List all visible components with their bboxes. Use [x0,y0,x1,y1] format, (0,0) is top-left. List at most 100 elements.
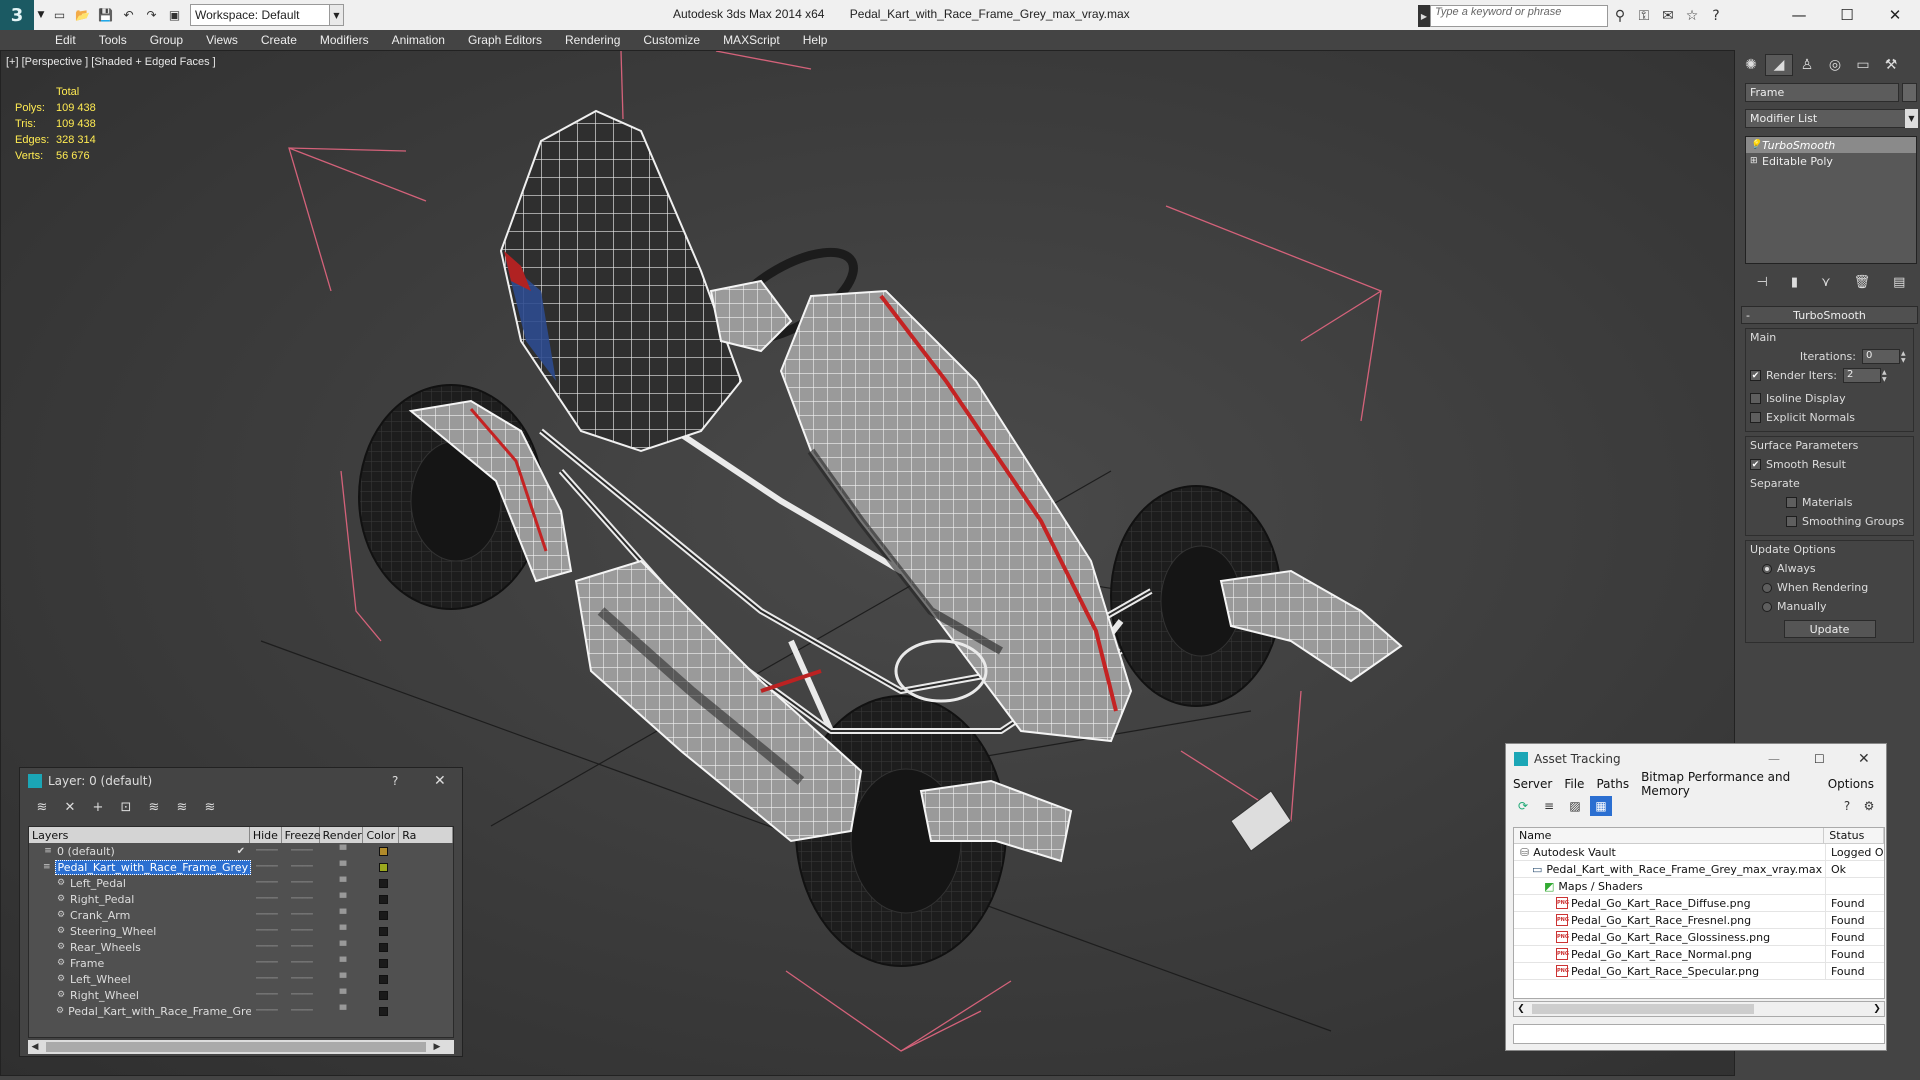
subscription-icon[interactable]: ⚿ [1632,5,1656,27]
color-cell[interactable] [365,1006,401,1016]
always-radio[interactable] [1762,563,1772,574]
create-layer-icon[interactable]: ≋ [30,796,54,818]
layer-color-swatch[interactable] [378,990,388,1000]
make-unique-icon[interactable]: ⋎ [1821,275,1831,290]
help-icon[interactable]: ? [1704,5,1728,27]
layer-row[interactable]: ⚙ Right_Pedal ──── ──── ▝▘ [29,891,453,907]
hide-toggle[interactable]: ──── [251,878,283,888]
freeze-toggle[interactable]: ──── [283,894,321,904]
layer-color-swatch[interactable] [378,926,388,936]
asset-name-cell[interactable]: PNG Pedal_Go_Kart_Race_Fresnel.png [1514,911,1826,929]
menu-views[interactable]: Views [206,33,238,47]
layer-row[interactable]: ≡ 0 (default) ✔ ──── ──── ▝▘ [29,843,453,859]
when-rendering-radio[interactable] [1762,582,1772,593]
spinner-arrows-icon[interactable]: ▲ ▼ [1901,350,1909,364]
configure-sets-icon[interactable]: ▤ [1893,275,1905,290]
render-toggle[interactable]: ▝▘ [321,974,365,984]
smoothing-groups-checkbox[interactable] [1786,516,1797,527]
render-toggle[interactable]: ▝▘ [321,862,365,872]
hide-toggle[interactable]: ──── [251,846,283,856]
stack-item-editable-poly[interactable]: ⊞ Editable Poly [1746,153,1916,169]
asset-row[interactable]: PNG Pedal_Go_Kart_Race_Fresnel.png Found [1514,911,1884,929]
menu-modifiers[interactable]: Modifiers [320,33,369,47]
freeze-toggle[interactable]: ──── [283,862,321,872]
menu-edit[interactable]: Edit [55,33,76,47]
workspace-select[interactable]: Workspace: Default [190,4,330,26]
utilities-tab-icon[interactable]: ⚒ [1877,54,1905,76]
hierarchy-tab-icon[interactable]: ♙ [1793,54,1821,76]
color-cell[interactable] [365,910,401,920]
scroll-thumb[interactable] [46,1042,426,1052]
maximize-icon[interactable]: ☐ [1814,752,1825,766]
layer-row[interactable]: ⚙ Rear_Wheels ──── ──── ▝▘ [29,939,453,955]
layer-row[interactable]: ⚙ Steering_Wheel ──── ──── ▝▘ [29,923,453,939]
asset-row[interactable]: ⛁ Autodesk Vault Logged O [1514,843,1884,861]
render-toggle[interactable]: ▝▘ [321,846,365,856]
asset-row[interactable]: ▭ Pedal_Kart_with_Race_Frame_Grey_max_vra… [1514,860,1884,878]
menu-file[interactable]: File [1564,777,1584,791]
menu-group[interactable]: Group [150,33,183,47]
menu-customize[interactable]: Customize [643,33,700,47]
object-name-field[interactable]: Frame [1745,83,1899,102]
scroll-left-icon[interactable]: ◀ [28,1042,42,1052]
favorites-star-icon[interactable]: ☆ [1680,5,1704,27]
asset-name-cell[interactable]: PNG Pedal_Go_Kart_Race_Diffuse.png [1514,894,1826,912]
maximize-icon[interactable]: ☐ [1824,0,1870,30]
menu-bitmap-performance[interactable]: Bitmap Performance and Memory [1641,770,1816,798]
hide-all-layers-icon[interactable]: ≋ [170,796,194,818]
freeze-toggle[interactable]: ──── [283,958,321,968]
layer-name-cell[interactable]: ⚙ Pedal_Kart_with_Race_Frame_Grey [29,1005,251,1018]
search-expand-icon[interactable]: ▶ [1418,5,1430,27]
render-toggle[interactable]: ▝▘ [321,894,365,904]
hide-toggle[interactable]: ──── [251,974,283,984]
freeze-toggle[interactable]: ──── [283,1006,321,1016]
app-menu-dropdown-icon[interactable]: ▼ [34,0,48,30]
redo-icon[interactable]: ↷ [141,4,162,26]
manually-radio[interactable] [1762,601,1772,612]
scroll-thumb[interactable] [1532,1004,1754,1014]
freeze-toggle[interactable]: ──── [283,846,321,856]
menu-paths[interactable]: Paths [1596,777,1629,791]
layer-row[interactable]: ⚙ Left_Wheel ──── ──── ▝▘ [29,971,453,987]
expand-icon[interactable]: ⊞ [1750,156,1762,166]
help-button[interactable]: ? [392,774,398,788]
table-view-icon[interactable]: ▦ [1590,796,1612,816]
save-file-icon[interactable]: 💾 [95,4,116,26]
menu-server[interactable]: Server [1513,777,1552,791]
spinner-arrows-icon[interactable]: ▲ ▼ [1882,369,1890,383]
menu-maxscript[interactable]: MAXScript [723,33,780,47]
scroll-right-icon[interactable]: ▶ [430,1042,444,1052]
asset-name-cell[interactable]: PNG Pedal_Go_Kart_Race_Normal.png [1514,945,1826,963]
column-hide[interactable]: Hide [250,827,282,843]
minimize-icon[interactable]: — [1776,0,1822,30]
new-file-icon[interactable]: ▭ [49,4,70,26]
thumbnail-view-icon[interactable]: ▨ [1564,796,1586,816]
refresh-icon[interactable]: ⟳ [1512,796,1534,816]
delete-layer-icon[interactable]: ✕ [58,796,82,818]
layer-row[interactable]: ⚙ Right_Wheel ──── ──── ▝▘ [29,987,453,1003]
asset-name-cell[interactable]: PNG Pedal_Go_Kart_Race_Specular.png [1514,962,1826,980]
layer-name-cell[interactable]: ⚙ Steering_Wheel [29,925,251,938]
settings-icon[interactable]: ⚙ [1858,796,1880,816]
hide-toggle[interactable]: ──── [251,910,283,920]
menu-graph-editors[interactable]: Graph Editors [468,33,542,47]
hide-toggle[interactable]: ──── [251,942,283,952]
asset-row[interactable]: PNG Pedal_Go_Kart_Race_Normal.png Found [1514,945,1884,963]
layer-name-cell[interactable]: ⚙ Crank_Arm [29,909,251,922]
render-toggle[interactable]: ▝▘ [321,926,365,936]
menu-rendering[interactable]: Rendering [565,33,620,47]
layer-color-swatch[interactable] [378,846,388,856]
object-color-swatch[interactable] [1902,83,1917,102]
highlight-layer-icon[interactable]: ≋ [142,796,166,818]
help-icon[interactable]: ? [1836,796,1858,816]
modifier-list-select[interactable]: Modifier List [1745,109,1906,128]
update-button[interactable]: Update [1783,620,1876,638]
hide-toggle[interactable]: ──── [251,958,283,968]
layer-color-swatch[interactable] [378,942,388,952]
freeze-toggle[interactable]: ──── [283,878,321,888]
modify-tab-icon[interactable]: ◢ [1765,54,1793,76]
layer-color-swatch[interactable] [378,974,388,984]
motion-tab-icon[interactable]: ◎ [1821,54,1849,76]
color-cell[interactable] [365,878,401,888]
color-cell[interactable] [365,926,401,936]
